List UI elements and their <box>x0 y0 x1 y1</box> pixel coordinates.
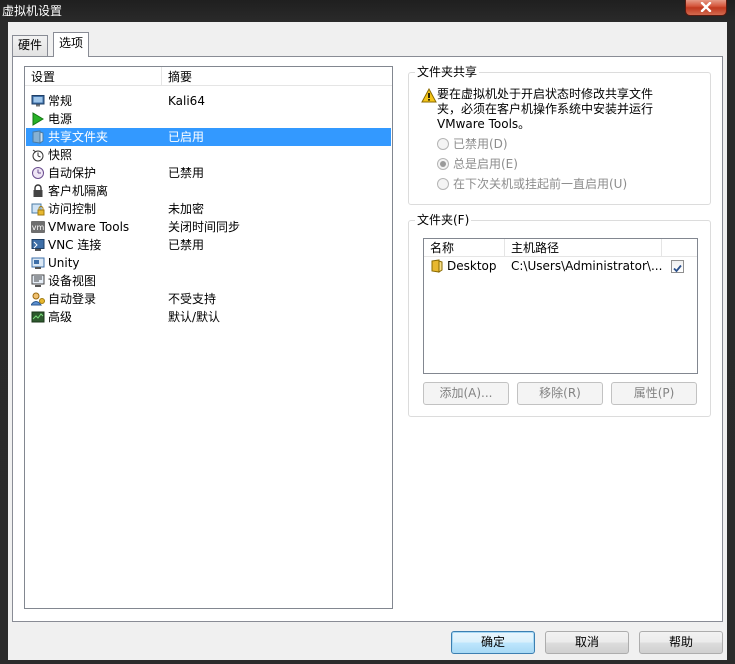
settings-item-unity[interactable]: Unity <box>26 254 391 272</box>
ok-button[interactable]: 确定 <box>451 631 535 654</box>
settings-item-summary: 不受支持 <box>168 292 217 306</box>
snapshot-icon <box>32 149 44 162</box>
settings-item-label: 设备视图 <box>48 274 97 288</box>
settings-item-snapshot[interactable]: 快照 <box>26 146 391 164</box>
settings-item-label: 快照 <box>48 148 73 162</box>
close-icon <box>700 2 712 12</box>
settings-item-summary: 已启用 <box>168 130 205 144</box>
checkmark-icon <box>673 264 682 273</box>
settings-item-vnc[interactable]: VNC 连接 已禁用 <box>26 236 391 254</box>
clock-icon <box>32 167 44 179</box>
settings-item-power[interactable]: 电源 <box>26 110 391 128</box>
folder-name: Desktop <box>447 259 497 273</box>
folder-row[interactable]: Desktop C:\Users\Administrator\... <box>424 257 697 275</box>
settings-item-label: 共享文件夹 <box>48 130 109 144</box>
advanced-icon <box>31 311 45 323</box>
close-button[interactable] <box>685 0 727 16</box>
dialog-client-area: 硬件 选项 设置 摘要 常规 Kali64 电源 共享文件夹 已启用 快照 自动… <box>8 22 727 660</box>
settings-item-summary: 已禁用 <box>168 238 205 252</box>
remove-folder-button[interactable]: 移除(R) <box>517 382 603 405</box>
radio-label: 在下次关机或挂起前一直启用(U) <box>453 177 628 191</box>
warning-icon <box>421 88 437 103</box>
window-title: 虚拟机设置 <box>2 4 63 18</box>
autologin-icon <box>31 292 45 306</box>
column-header-summary[interactable]: 摘要 <box>168 70 192 84</box>
settings-item-label: 自动登录 <box>48 292 97 306</box>
settings-item-vmware-tools[interactable]: vm VMware Tools 关闭时间同步 <box>26 218 391 236</box>
add-folder-button[interactable]: 添加(A)... <box>423 382 509 405</box>
settings-item-advanced[interactable]: 高级 默认/默认 <box>26 308 391 326</box>
radio-button[interactable] <box>437 158 449 170</box>
radio-button[interactable] <box>437 178 449 190</box>
access-lock-icon <box>31 203 45 216</box>
column-header-setting[interactable]: 设置 <box>31 70 55 84</box>
shared-folder-icon <box>32 130 44 144</box>
radio-label: 已禁用(D) <box>453 137 508 151</box>
settings-item-label: Unity <box>48 256 80 270</box>
settings-list[interactable]: 设置 摘要 常规 Kali64 电源 共享文件夹 已启用 快照 自动保护 已禁用… <box>24 66 393 609</box>
settings-item-summary: 关闭时间同步 <box>168 220 241 234</box>
folders-group: 文件夹(F) 名称 主机路径 Desktop C:\Users\Administ… <box>408 213 711 417</box>
settings-item-summary: 默认/默认 <box>168 310 221 324</box>
settings-list-header: 设置 摘要 <box>25 67 392 86</box>
vm-icon: vm <box>31 221 45 233</box>
folder-sharing-title: 文件夹共享 <box>415 65 480 79</box>
play-icon <box>32 112 44 126</box>
settings-item-summary: Kali64 <box>168 94 205 108</box>
folder-host-path: C:\Users\Administrator\... <box>511 259 663 273</box>
title-bar[interactable]: 虚拟机设置 <box>0 0 735 22</box>
settings-item-autoprotect[interactable]: 自动保护 已禁用 <box>26 164 391 182</box>
device-view-icon <box>31 274 45 287</box>
shared-folder-icon <box>431 259 443 273</box>
column-header-host-path[interactable]: 主机路径 <box>511 241 559 255</box>
folder-properties-button[interactable]: 属性(P) <box>611 382 697 405</box>
settings-item-label: VMware Tools <box>48 220 130 234</box>
settings-item-label: 自动保护 <box>48 166 97 180</box>
unity-icon <box>31 257 45 269</box>
settings-item-label: 电源 <box>48 112 73 126</box>
column-header-name[interactable]: 名称 <box>430 241 454 255</box>
tab-options-label: 选项 <box>59 36 84 50</box>
lock-icon <box>33 184 43 197</box>
settings-item-summary: 已禁用 <box>168 166 205 180</box>
settings-item-device-view[interactable]: 设备视图 <box>26 272 391 290</box>
folder-sharing-warning: 要在虚拟机处于开启状态时修改共享文件夹，必须在客户机操作系统中安装并运行 VMw… <box>437 87 654 131</box>
vm-settings-window: 虚拟机设置 硬件 选项 设置 摘要 常规 Kali64 电源 共享文件夹 已启用… <box>0 0 735 664</box>
vnc-icon <box>31 239 45 251</box>
column-separator[interactable] <box>161 67 162 86</box>
radio-label: 总是启用(E) <box>453 157 518 171</box>
folders-title: 文件夹(F) <box>415 213 472 227</box>
help-button[interactable]: 帮助 <box>639 631 723 654</box>
settings-item-shared-folders[interactable]: 共享文件夹 已启用 <box>26 128 391 146</box>
folder-sharing-group: 文件夹共享 要在虚拟机处于开启状态时修改共享文件夹，必须在客户机操作系统中安装并… <box>408 65 711 205</box>
settings-item-access-control[interactable]: 访问控制 未加密 <box>26 200 391 218</box>
tab-hardware-label: 硬件 <box>18 38 43 52</box>
cancel-button[interactable]: 取消 <box>545 631 629 654</box>
settings-item-isolation[interactable]: 客户机隔离 <box>26 182 391 200</box>
settings-item-label: 客户机隔离 <box>48 184 109 198</box>
settings-item-label: 访问控制 <box>48 202 97 216</box>
monitor-icon <box>31 95 45 107</box>
settings-item-label: VNC 连接 <box>48 238 102 252</box>
tab-options[interactable]: 选项 <box>53 32 90 57</box>
radio-button[interactable] <box>437 138 449 150</box>
settings-item-label: 常规 <box>48 94 73 108</box>
settings-item-general[interactable]: 常规 Kali64 <box>26 92 391 110</box>
column-separator[interactable] <box>661 239 662 257</box>
folders-list-header: 名称 主机路径 <box>424 239 697 257</box>
tab-hardware[interactable]: 硬件 <box>12 35 49 56</box>
settings-item-summary: 未加密 <box>168 202 205 216</box>
svg-text:vm: vm <box>32 223 45 232</box>
folder-enabled-checkbox[interactable] <box>671 260 684 273</box>
column-separator[interactable] <box>504 239 505 257</box>
folders-list[interactable]: 名称 主机路径 Desktop C:\Users\Administrator\.… <box>423 238 698 374</box>
settings-item-label: 高级 <box>48 310 73 324</box>
settings-item-autologin[interactable]: 自动登录 不受支持 <box>26 290 391 308</box>
